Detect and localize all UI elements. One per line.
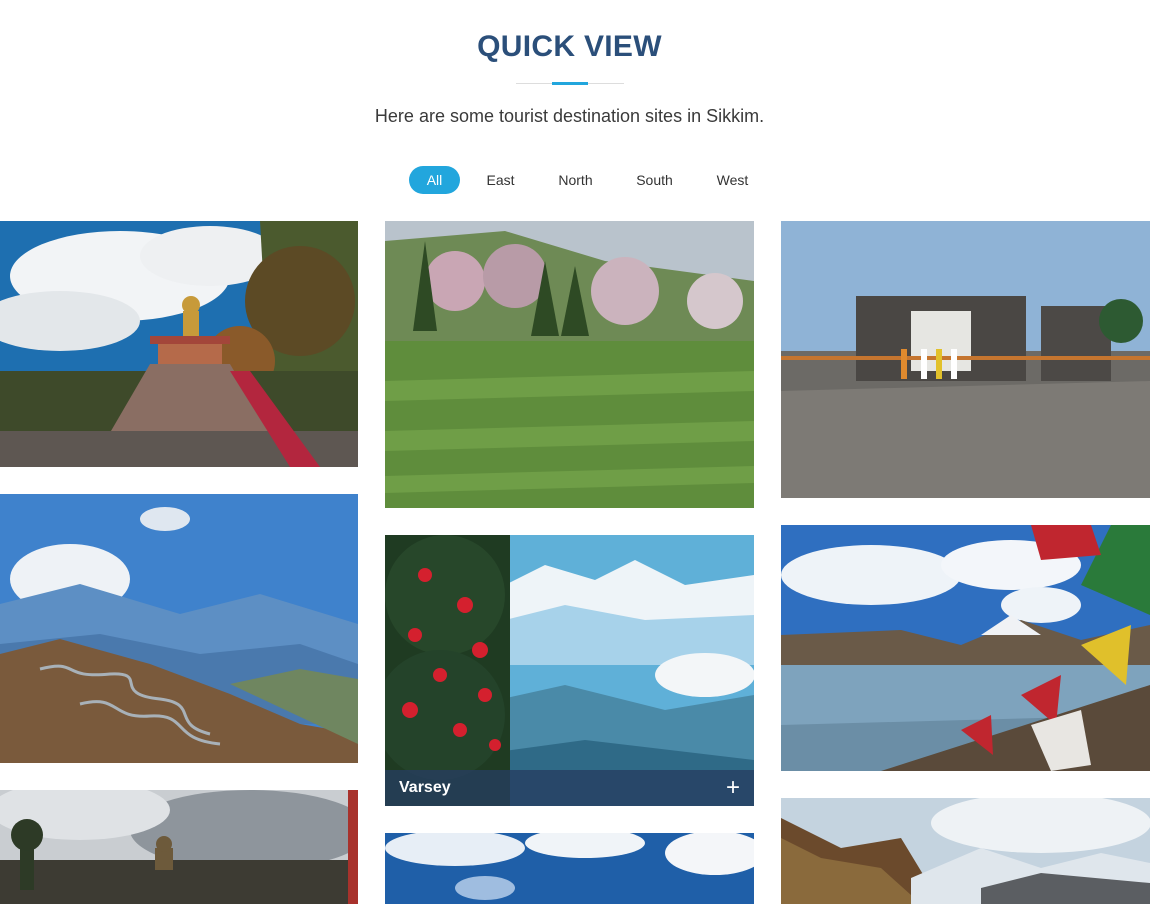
gallery-item-snowy-valley[interactable]: [781, 798, 1150, 904]
buddha-statue-image: [0, 221, 358, 467]
gallery-item-monastery-ruins[interactable]: [781, 221, 1150, 498]
gallery-item-zig-zag-road[interactable]: [0, 494, 358, 763]
zig-zag-road-image: [0, 494, 358, 763]
filter-bar: All East North South West: [0, 166, 1151, 194]
filter-south[interactable]: South: [627, 166, 682, 194]
filter-north[interactable]: North: [548, 166, 603, 194]
gallery-item-varsey[interactable]: Varsey +: [385, 535, 754, 806]
gallery-item-title: Varsey: [399, 779, 451, 796]
gallery-item-guru-statue[interactable]: [0, 790, 358, 904]
monastery-ruins-image: [781, 221, 1150, 498]
title-divider-accent: [552, 82, 588, 85]
tea-garden-image: [385, 221, 754, 508]
plus-icon[interactable]: +: [726, 776, 740, 800]
blue-sky-image: [385, 833, 754, 904]
gallery-item-buddha-statue[interactable]: [0, 221, 358, 467]
gallery-item-tea-garden[interactable]: [385, 221, 754, 508]
filter-all[interactable]: All: [409, 166, 460, 194]
snowy-valley-image: [781, 798, 1150, 904]
guru-statue-image: [0, 790, 358, 904]
filter-west[interactable]: West: [707, 166, 758, 194]
gallery-item-caption: Varsey +: [385, 770, 754, 806]
lake-image: [781, 525, 1150, 771]
varsey-image: [385, 535, 754, 806]
gallery-item-blue-sky[interactable]: [385, 833, 754, 904]
section-title: QUICK VIEW: [477, 30, 662, 63]
section-subtitle: Here are some tourist destination sites …: [374, 106, 765, 126]
filter-east[interactable]: East: [475, 166, 526, 194]
gallery-item-lake[interactable]: [781, 525, 1150, 771]
